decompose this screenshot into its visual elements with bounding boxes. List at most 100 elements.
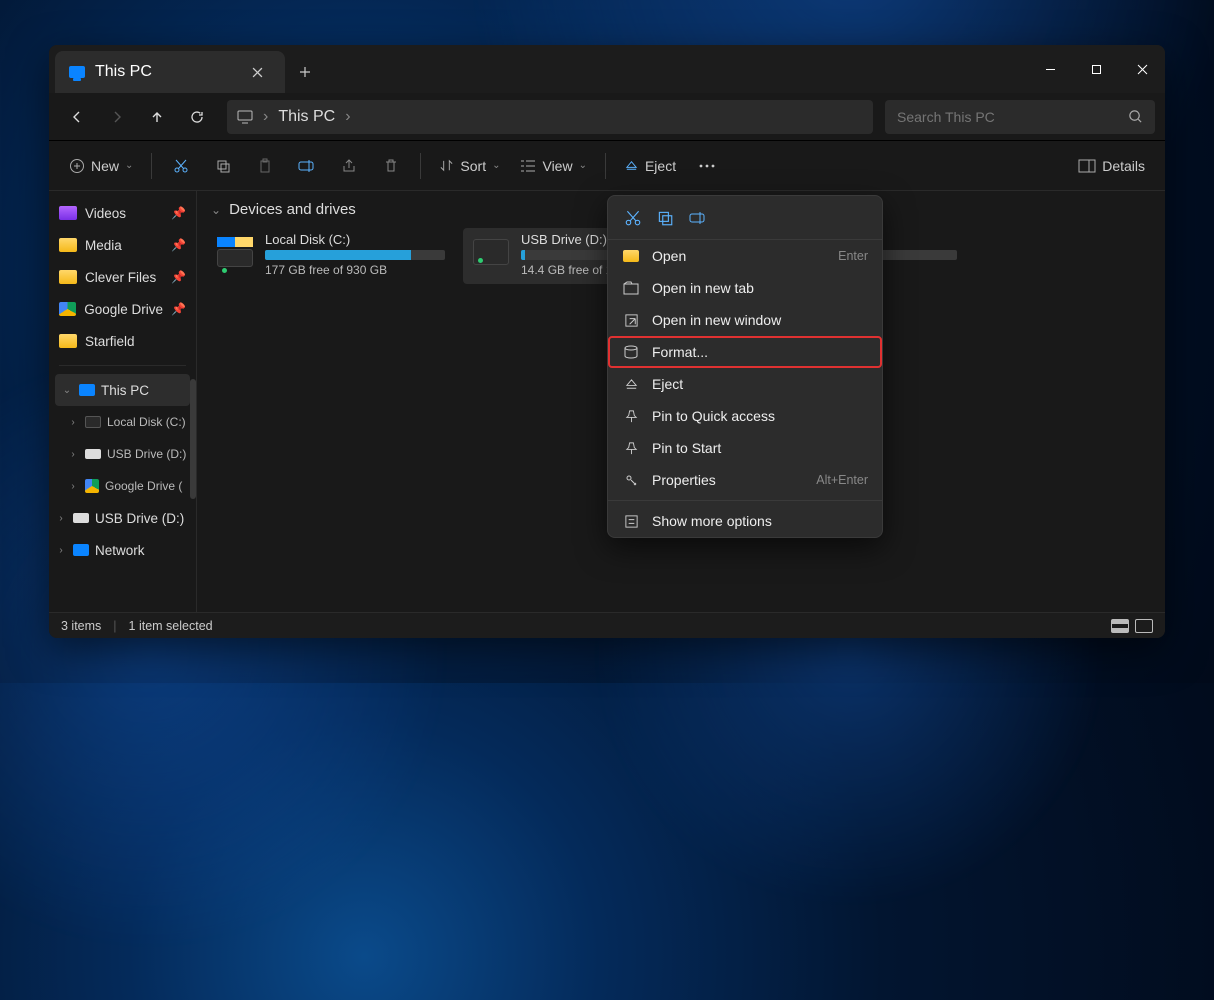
search-box[interactable] <box>885 100 1155 134</box>
sidebar-scrollbar[interactable] <box>190 379 196 499</box>
refresh-button[interactable] <box>179 99 215 135</box>
breadcrumb-this-pc[interactable]: This PC <box>278 108 335 126</box>
cut-button[interactable] <box>162 149 200 183</box>
ctx-format[interactable]: Format... <box>608 336 882 368</box>
usb-icon <box>73 513 89 523</box>
maximize-button[interactable] <box>1073 45 1119 93</box>
plus-circle-icon <box>69 158 85 174</box>
copy-icon <box>215 158 231 174</box>
gdrive-icon <box>59 302 76 316</box>
search-input[interactable] <box>897 109 1128 125</box>
chevron-right-icon: › <box>55 545 67 556</box>
ctx-pin-quick-access[interactable]: Pin to Quick access <box>608 400 882 432</box>
ctx-label: Properties <box>652 472 716 488</box>
trash-icon <box>383 158 399 174</box>
ctx-open[interactable]: Open Enter <box>608 240 882 272</box>
sidebar-item-videos[interactable]: Videos📌 <box>49 197 196 229</box>
drive-local-disk[interactable]: Local Disk (C:) 177 GB free of 930 GB <box>207 228 453 284</box>
shortcut: Enter <box>838 249 868 263</box>
ctx-open-new-tab[interactable]: Open in new tab <box>608 272 882 304</box>
tree-label: Local Disk (C:) <box>107 415 186 429</box>
folder-icon <box>59 238 77 252</box>
minimize-button[interactable] <box>1027 45 1073 93</box>
folder-icon <box>622 250 640 262</box>
up-button[interactable] <box>139 99 175 135</box>
sidebar-item-starfield[interactable]: Starfield <box>49 325 196 357</box>
properties-icon <box>622 472 640 488</box>
ctx-show-more[interactable]: Show more options <box>608 505 882 537</box>
ctx-label: Pin to Start <box>652 440 721 456</box>
usb-icon <box>85 449 101 459</box>
address-row: › This PC › <box>49 93 1165 141</box>
address-bar[interactable]: › This PC › <box>227 100 873 134</box>
chevron-right-icon: › <box>345 108 350 126</box>
tree-usb-drive-2[interactable]: ›USB Drive (D:) <box>49 502 196 534</box>
tree-label: This PC <box>101 383 149 398</box>
forward-button[interactable] <box>99 99 135 135</box>
close-button[interactable] <box>1119 45 1165 93</box>
view-label: View <box>542 158 572 174</box>
details-button[interactable]: Details <box>1070 149 1153 183</box>
back-button[interactable] <box>59 99 95 135</box>
sort-icon <box>439 158 454 173</box>
chevron-right-icon: › <box>263 108 268 126</box>
drive-name: Local Disk (C:) <box>265 232 445 247</box>
selection-count: 1 item selected <box>129 619 213 633</box>
view-button[interactable]: View ⌄ <box>512 149 594 183</box>
more-options-icon <box>622 514 640 529</box>
tree-network[interactable]: ›Network <box>49 534 196 566</box>
ctx-label: Open in new window <box>652 312 781 328</box>
tab-close-button[interactable] <box>243 58 271 86</box>
sidebar-item-media[interactable]: Media 📌 <box>49 229 196 261</box>
toolbar: New ⌄ Sort ⌄ View ⌄ Eject Details <box>49 141 1165 191</box>
rename-button[interactable] <box>288 149 326 183</box>
tree-usb-drive[interactable]: › USB Drive (D:) <box>49 438 196 470</box>
tree-google-drive[interactable]: ›Google Drive ( <box>49 470 196 502</box>
chevron-down-icon: ⌄ <box>579 160 587 171</box>
delete-button[interactable] <box>372 149 410 183</box>
sidebar-item-google-drive[interactable]: Google Drive📌 <box>49 293 196 325</box>
details-view-button[interactable] <box>1111 619 1129 633</box>
copy-button[interactable] <box>656 209 674 227</box>
paste-icon <box>257 158 273 174</box>
ctx-eject[interactable]: Eject <box>608 368 882 400</box>
sort-label: Sort <box>460 158 486 174</box>
cut-button[interactable] <box>624 209 642 227</box>
new-window-icon <box>622 313 640 328</box>
eject-button[interactable]: Eject <box>616 149 684 183</box>
sidebar-label: Videos <box>85 206 126 221</box>
navigation-pane: Videos📌 Media 📌 Clever Files📌 Google Driv… <box>49 191 197 612</box>
ctx-open-new-window[interactable]: Open in new window <box>608 304 882 336</box>
chevron-right-icon: › <box>67 449 79 460</box>
ctx-pin-start[interactable]: Pin to Start <box>608 432 882 464</box>
more-button[interactable] <box>688 149 726 183</box>
ctx-label: Show more options <box>652 513 772 529</box>
icons-view-button[interactable] <box>1135 619 1153 633</box>
share-button[interactable] <box>330 149 368 183</box>
search-icon <box>1128 109 1143 124</box>
ctx-label: Pin to Quick access <box>652 408 775 424</box>
details-label: Details <box>1102 158 1145 174</box>
share-icon <box>341 158 357 174</box>
sort-button[interactable]: Sort ⌄ <box>431 149 508 183</box>
drive-icon <box>85 416 101 428</box>
sidebar-label: Media <box>85 238 122 253</box>
chevron-right-icon: › <box>55 513 67 524</box>
copy-button[interactable] <box>204 149 242 183</box>
ctx-properties[interactable]: PropertiesAlt+Enter <box>608 464 882 496</box>
sidebar-label: Google Drive <box>84 302 163 317</box>
this-pc-icon <box>69 66 85 78</box>
tree-local-disk[interactable]: ›Local Disk (C:) <box>49 406 196 438</box>
rename-button[interactable] <box>688 210 708 226</box>
paste-button[interactable] <box>246 149 284 183</box>
sidebar-item-clever-files[interactable]: Clever Files📌 <box>49 261 196 293</box>
ctx-label: Open <box>652 248 686 264</box>
tab-title: This PC <box>95 63 152 81</box>
tree-label: USB Drive (D:) <box>107 447 186 461</box>
pin-icon: 📌 <box>171 238 186 252</box>
new-button[interactable]: New ⌄ <box>61 149 141 183</box>
new-tab-button[interactable] <box>285 51 325 93</box>
tab-this-pc[interactable]: This PC <box>55 51 285 93</box>
network-icon <box>73 544 89 556</box>
tree-this-pc[interactable]: ⌄This PC <box>55 374 190 406</box>
